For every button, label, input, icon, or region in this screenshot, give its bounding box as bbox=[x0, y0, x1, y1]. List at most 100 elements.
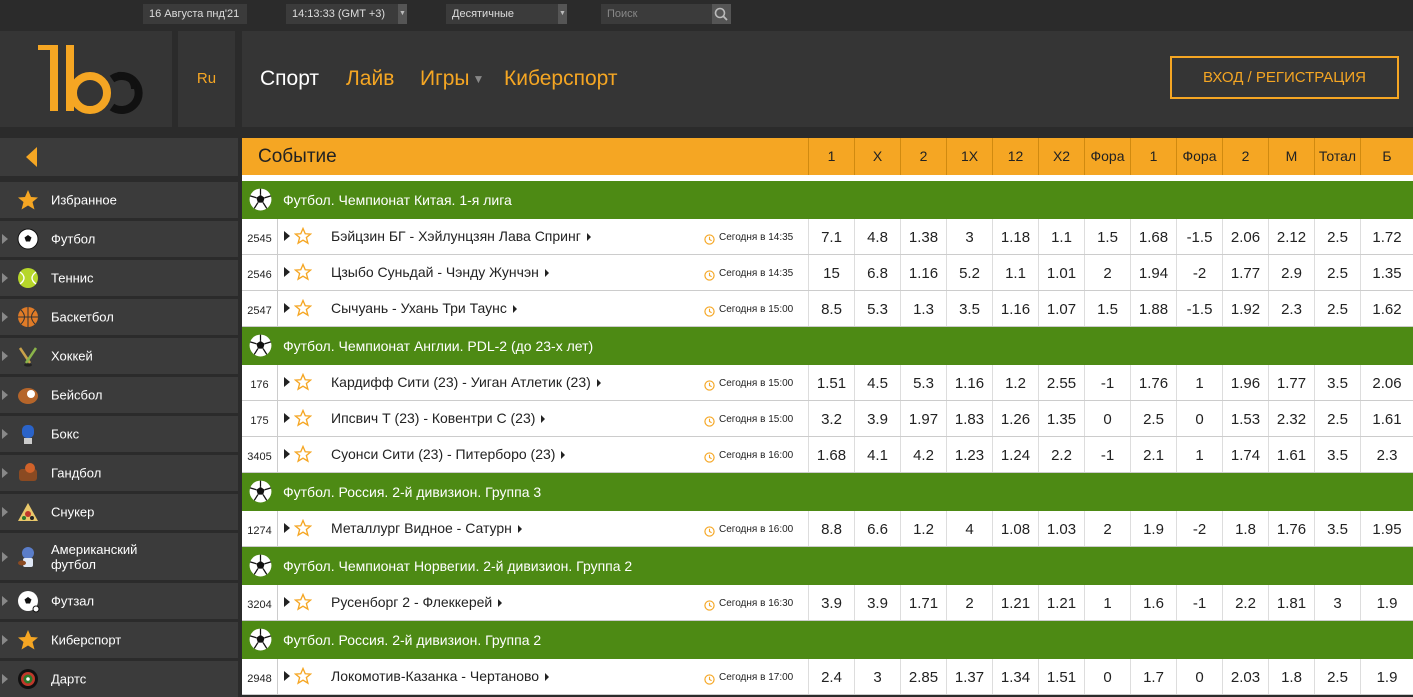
odds-cell[interactable]: 1.71 bbox=[900, 585, 946, 620]
expand-arrow-icon[interactable] bbox=[284, 671, 290, 681]
odds-cell[interactable]: 3 bbox=[1314, 585, 1360, 620]
odds-cell[interactable]: 1.6 bbox=[1130, 585, 1176, 620]
odds-cell[interactable]: 1.37 bbox=[946, 659, 992, 694]
odds-cell[interactable]: 3 bbox=[854, 659, 900, 694]
sidebar-item[interactable]: Избранное bbox=[0, 182, 238, 218]
match-teams-link[interactable]: Кардифф Сити (23) - Уиган Атлетик (23) bbox=[331, 374, 601, 390]
expand-arrow-icon[interactable] bbox=[284, 267, 290, 277]
odds-cell[interactable]: 1.61 bbox=[1268, 437, 1314, 472]
odds-cell[interactable]: 0 bbox=[1176, 659, 1222, 694]
odds-cell[interactable]: -1 bbox=[1084, 437, 1130, 472]
sidebar-item[interactable]: Гандбол bbox=[0, 455, 238, 491]
nav-games[interactable]: Игры ▼ bbox=[420, 67, 484, 91]
odds-cell[interactable]: 1.38 bbox=[900, 219, 946, 254]
odds-cell[interactable]: 4 bbox=[946, 511, 992, 546]
odds-cell[interactable]: 1.97 bbox=[900, 401, 946, 436]
odds-cell[interactable]: 4.5 bbox=[854, 365, 900, 400]
favorite-star-icon[interactable] bbox=[293, 592, 313, 611]
odds-cell[interactable]: 3.5 bbox=[946, 291, 992, 326]
odds-cell[interactable]: 2.5 bbox=[1130, 401, 1176, 436]
odds-cell[interactable]: 1.03 bbox=[1038, 511, 1084, 546]
odds-cell[interactable]: 2.5 bbox=[1314, 659, 1360, 694]
odds-cell[interactable]: 1.7 bbox=[1130, 659, 1176, 694]
odds-cell[interactable]: 15 bbox=[808, 255, 854, 290]
odds-cell[interactable]: 1.9 bbox=[1360, 585, 1413, 620]
expand-arrow-icon[interactable] bbox=[284, 413, 290, 423]
odds-cell[interactable]: 0 bbox=[1084, 659, 1130, 694]
odds-cell[interactable]: 1.53 bbox=[1222, 401, 1268, 436]
league-header[interactable]: Футбол. Чемпионат Норвегии. 2-й дивизион… bbox=[242, 547, 1413, 585]
odds-cell[interactable]: 1.77 bbox=[1268, 365, 1314, 400]
arrow-left-icon[interactable] bbox=[20, 138, 50, 176]
match-teams-link[interactable]: Локомотив-Казанка - Чертаново bbox=[331, 668, 550, 684]
timezone-select[interactable]: 14:13:33 (GMT +3) ▼ bbox=[286, 4, 407, 24]
odds-cell[interactable]: 1.77 bbox=[1222, 255, 1268, 290]
odds-cell[interactable]: 8.8 bbox=[808, 511, 854, 546]
odds-cell[interactable]: 6.6 bbox=[854, 511, 900, 546]
odds-cell[interactable]: 3.5 bbox=[1314, 437, 1360, 472]
nav-sport[interactable]: Спорт bbox=[260, 67, 319, 91]
odds-cell[interactable]: 7.1 bbox=[808, 219, 854, 254]
odds-cell[interactable]: 5.3 bbox=[854, 291, 900, 326]
sidebar-item[interactable]: Теннис bbox=[0, 260, 238, 296]
league-header[interactable]: Футбол. Чемпионат Китая. 1-я лига bbox=[242, 181, 1413, 219]
odds-cell[interactable]: 1.34 bbox=[992, 659, 1038, 694]
odds-cell[interactable]: 2.3 bbox=[1268, 291, 1314, 326]
odds-cell[interactable]: 2 bbox=[1084, 255, 1130, 290]
favorite-star-icon[interactable] bbox=[293, 298, 313, 317]
favorite-star-icon[interactable] bbox=[293, 518, 313, 537]
sidebar-item[interactable]: Бокс bbox=[0, 416, 238, 452]
odds-cell[interactable]: 6.8 bbox=[854, 255, 900, 290]
search-icon[interactable] bbox=[712, 4, 731, 24]
odds-cell[interactable]: 1.3 bbox=[900, 291, 946, 326]
sidebar-item[interactable]: Футбол bbox=[0, 221, 238, 257]
odds-cell[interactable]: 1.16 bbox=[946, 365, 992, 400]
odds-cell[interactable]: 5.3 bbox=[900, 365, 946, 400]
odds-cell[interactable]: 3.5 bbox=[1314, 511, 1360, 546]
odds-cell[interactable]: 1.18 bbox=[992, 219, 1038, 254]
league-header[interactable]: Футбол. Чемпионат Англии. PDL-2 (до 23-х… bbox=[242, 327, 1413, 365]
odds-cell[interactable]: 2 bbox=[1084, 511, 1130, 546]
favorite-star-icon[interactable] bbox=[293, 444, 313, 463]
odds-cell[interactable]: 1.01 bbox=[1038, 255, 1084, 290]
odds-cell[interactable]: 1.68 bbox=[808, 437, 854, 472]
sidebar-item[interactable]: Хоккей bbox=[0, 338, 238, 374]
odds-cell[interactable]: 1.81 bbox=[1268, 585, 1314, 620]
odds-cell[interactable]: 2.3 bbox=[1360, 437, 1413, 472]
odds-cell[interactable]: 1.07 bbox=[1038, 291, 1084, 326]
odds-cell[interactable]: -1.5 bbox=[1176, 219, 1222, 254]
odds-cell[interactable]: 1.76 bbox=[1130, 365, 1176, 400]
match-teams-link[interactable]: Металлург Видное - Сатурн bbox=[331, 520, 522, 536]
favorite-star-icon[interactable] bbox=[293, 262, 313, 281]
odds-cell[interactable]: 1.51 bbox=[1038, 659, 1084, 694]
odds-cell[interactable]: 1 bbox=[1084, 585, 1130, 620]
odds-cell[interactable]: 2.06 bbox=[1222, 219, 1268, 254]
odds-cell[interactable]: 1.23 bbox=[946, 437, 992, 472]
sidebar-item[interactable]: Футзал bbox=[0, 583, 238, 619]
odds-cell[interactable]: 1.2 bbox=[900, 511, 946, 546]
odds-cell[interactable]: 1.8 bbox=[1268, 659, 1314, 694]
odds-cell[interactable]: 3.5 bbox=[1314, 365, 1360, 400]
match-teams-link[interactable]: Ипсвич Т (23) - Ковентри С (23) bbox=[331, 410, 546, 426]
odds-cell[interactable]: 2.1 bbox=[1130, 437, 1176, 472]
odds-cell[interactable]: 4.8 bbox=[854, 219, 900, 254]
expand-arrow-icon[interactable] bbox=[284, 303, 290, 313]
login-register-button[interactable]: ВХОД / РЕГИСТРАЦИЯ bbox=[1170, 56, 1399, 99]
league-header[interactable]: Футбол. Россия. 2-й дивизион. Группа 3 bbox=[242, 473, 1413, 511]
expand-arrow-icon[interactable] bbox=[284, 597, 290, 607]
odds-cell[interactable]: 1.26 bbox=[992, 401, 1038, 436]
odds-cell[interactable]: 1.1 bbox=[1038, 219, 1084, 254]
odds-cell[interactable]: 2.06 bbox=[1360, 365, 1413, 400]
odds-cell[interactable]: 1.94 bbox=[1130, 255, 1176, 290]
odds-cell[interactable]: 2.2 bbox=[1038, 437, 1084, 472]
odds-cell[interactable]: 2.5 bbox=[1314, 219, 1360, 254]
sidebar-item[interactable]: Киберспорт bbox=[0, 622, 238, 658]
odds-cell[interactable]: -1 bbox=[1084, 365, 1130, 400]
odds-cell[interactable]: 3.9 bbox=[854, 401, 900, 436]
favorite-star-icon[interactable] bbox=[293, 666, 313, 685]
odds-cell[interactable]: 1.76 bbox=[1268, 511, 1314, 546]
odds-cell[interactable]: 1.92 bbox=[1222, 291, 1268, 326]
expand-arrow-icon[interactable] bbox=[284, 231, 290, 241]
odds-cell[interactable]: 1.74 bbox=[1222, 437, 1268, 472]
odds-cell[interactable]: 1.51 bbox=[808, 365, 854, 400]
